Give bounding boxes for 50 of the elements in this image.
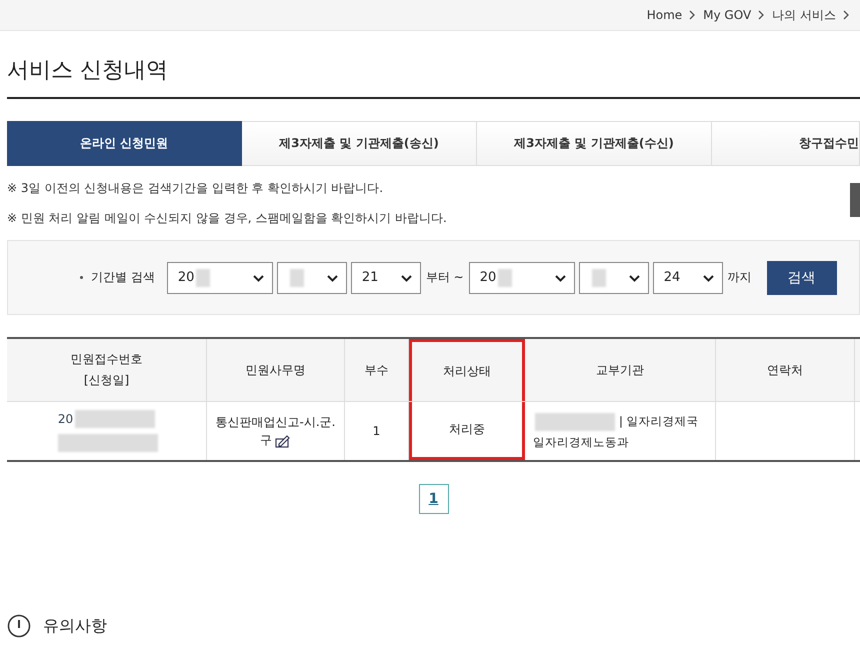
chevron-right-icon xyxy=(758,10,766,20)
caret-icon xyxy=(702,274,714,282)
notice-text: ※ 민원 처리 알림 메일이 수신되지 않을 경우, 스팸메일함을 확인하시기 바랍니다. xyxy=(7,210,448,227)
page-title: 서비스 신청내역 xyxy=(7,31,860,99)
breadcrumb-link[interactable]: 나의 서비스 xyxy=(772,6,836,24)
caret-icon xyxy=(628,274,640,282)
chevron-right-icon xyxy=(843,10,850,20)
date-select[interactable]: 24 xyxy=(652,262,723,294)
tab[interactable]: 창구접수민 xyxy=(712,121,860,166)
column-header: 연락처 xyxy=(716,339,855,401)
table-cell: 일자리경제노동과 xyxy=(533,434,629,450)
column-header: 민원사무명 xyxy=(207,339,345,401)
caret-icon xyxy=(400,274,412,282)
date-select[interactable]: 20 xyxy=(468,262,575,294)
caret-icon xyxy=(554,274,566,282)
breadcrumb-link[interactable]: My GOV xyxy=(703,8,752,22)
column-header: 교부기관 xyxy=(525,339,716,401)
column-header: 민원접수번호 [신청일] xyxy=(7,339,207,401)
redaction-block xyxy=(196,268,210,286)
table-cell: 20 xyxy=(58,412,74,426)
edit-icon[interactable] xyxy=(275,434,291,448)
breadcrumb-link[interactable]: Home xyxy=(646,8,682,22)
info-icon xyxy=(7,614,31,638)
range-text: 부터 ~ xyxy=(424,269,465,286)
date-select[interactable] xyxy=(578,262,649,294)
redaction-block xyxy=(290,268,304,286)
section-heading: 유의사항 xyxy=(43,616,107,636)
bullet-icon xyxy=(80,276,83,279)
date-select[interactable] xyxy=(276,262,347,294)
table-cell-text: 통신판매업신고-시.군.구 xyxy=(214,414,336,449)
tab[interactable]: 온라인 신청민원 xyxy=(7,121,242,166)
column-header: 부수 xyxy=(345,339,409,401)
search-button[interactable]: 검색 xyxy=(766,260,837,294)
redaction-block xyxy=(592,268,606,286)
redaction-block xyxy=(498,268,512,286)
tab[interactable]: 제3자제출 및 기관제출(수신) xyxy=(477,121,712,166)
status-cell: 처리중 xyxy=(449,421,485,438)
date-select[interactable]: 20 xyxy=(166,262,273,294)
date-select[interactable]: 21 xyxy=(350,262,421,294)
table-cell: 1 xyxy=(372,424,380,438)
table-cell: | 일자리경제국 xyxy=(619,414,699,429)
range-text: 까지 xyxy=(726,269,753,286)
page-link[interactable]: 1 xyxy=(418,484,448,514)
caret-icon xyxy=(326,274,338,282)
column-header: 처리상태 xyxy=(409,339,525,401)
tab[interactable]: 제3자제출 및 기관제출(송신) xyxy=(242,121,477,166)
notice-text: ※ 3일 이전의 신청내용은 검색기간을 입력한 후 확인하시기 바랍니다. xyxy=(7,180,384,197)
caret-icon xyxy=(252,274,264,282)
chevron-right-icon xyxy=(689,10,696,20)
search-label: 기간별 검색 xyxy=(91,269,155,286)
